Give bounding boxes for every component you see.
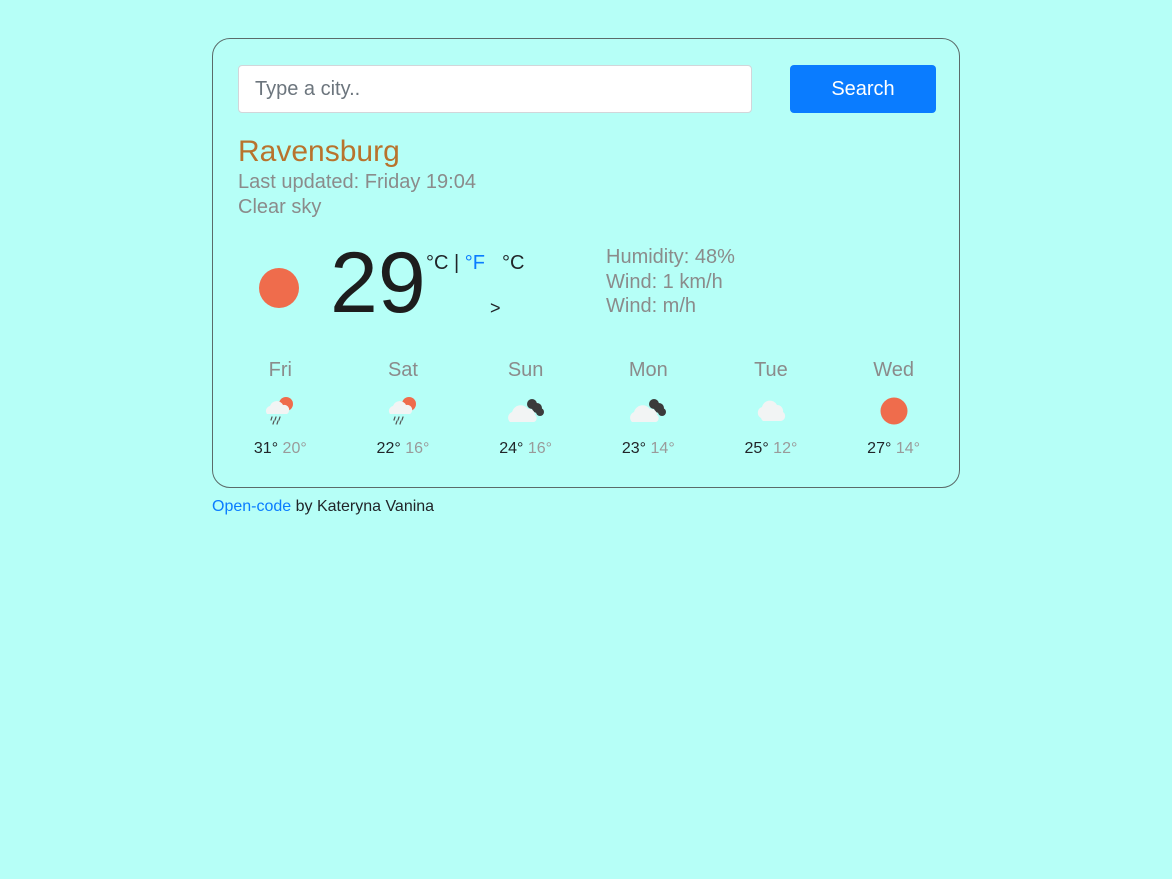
forecast-day: Sun 24° 16° <box>464 357 587 459</box>
forecast-max-temp: 25° <box>744 440 769 457</box>
forecast-day: Wed 27° 14° <box>832 357 955 459</box>
forecast-min-temp: 16° <box>405 440 430 457</box>
forecast-min-temp: 14° <box>650 440 675 457</box>
open-code-link[interactable]: Open-code <box>212 498 291 515</box>
current-temperature: 29 <box>330 235 426 331</box>
forecast-day-name: Sat <box>387 359 418 381</box>
city-search-input[interactable] <box>238 65 752 113</box>
unit-label: °C <box>502 252 525 274</box>
unit-celsius-link[interactable]: °C <box>426 252 448 274</box>
author-credit: by Kateryna Vanina <box>291 498 435 515</box>
forecast-min-temp: 16° <box>527 440 553 457</box>
forecast-temps: 27° 14° <box>832 439 955 459</box>
arrow-indicator: > <box>490 298 501 318</box>
forecast-temps: 24° 16° <box>464 439 587 459</box>
broken-clouds-icon <box>464 383 587 439</box>
forecast-day-name: Tue <box>754 359 788 381</box>
forecast-day: Mon 23° 14° <box>587 357 710 459</box>
unit-fahrenheit-link[interactable]: °F <box>465 252 485 274</box>
forecast-day-name: Sun <box>507 359 544 381</box>
forecast-min-temp: 12° <box>773 440 798 457</box>
wind-speed-alt: Wind: m/h <box>606 295 697 317</box>
humidity: Humidity: 48% <box>606 246 735 268</box>
forecast-day-name: Fri <box>268 359 292 381</box>
sun-icon <box>259 268 299 308</box>
unit-switcher: °C | °F <box>426 252 485 275</box>
forecast-min-temp: 14° <box>895 440 921 457</box>
forecast-max-temp: 27° <box>867 440 892 457</box>
forecast-temps: 23° 14° <box>587 439 710 459</box>
forecast-min-temp: 20° <box>282 440 307 457</box>
forecast-day-name: Wed <box>873 359 914 381</box>
forecast-day: Tue 25° 12° <box>710 357 833 459</box>
city-name: Ravensburg <box>238 135 400 168</box>
rain-sun-icon <box>342 383 465 439</box>
broken-clouds-icon <box>587 383 710 439</box>
weather-details: Humidity: 48% Wind: 1 km/h Wind: m/h <box>606 245 735 319</box>
forecast-temps: 31° 20° <box>219 439 342 459</box>
wind-speed: Wind: 1 km/h <box>606 270 723 293</box>
cloud-icon <box>710 383 833 439</box>
forecast-day: Fri 31° 20° <box>219 357 342 459</box>
forecast-temps: 25° 12° <box>710 439 833 459</box>
sun-icon <box>832 383 955 439</box>
forecast-max-temp: 23° <box>621 440 647 457</box>
forecast-temps: 22° 16° <box>342 439 465 459</box>
rain-sun-icon <box>219 383 342 439</box>
weather-description: Clear sky <box>238 196 322 218</box>
weather-card: Search Ravensburg Last updated: Friday 1… <box>212 38 960 488</box>
forecast-max-temp: 24° <box>499 440 524 457</box>
forecast-day-name: Mon <box>628 359 668 381</box>
search-button[interactable]: Search <box>790 65 936 113</box>
forecast-row: Fri 31° 20° Sat 22° 16° Sun 24° 16° Mon 23° 14°… <box>219 357 955 459</box>
forecast-day: Sat 22° 16° <box>342 357 465 459</box>
unit-separator: | <box>448 252 465 274</box>
forecast-max-temp: 31° <box>253 440 279 457</box>
last-updated: Last updated: Friday 19:04 <box>238 171 476 193</box>
footer: Open-code by Kateryna Vanina <box>212 498 434 516</box>
forecast-max-temp: 22° <box>376 440 401 457</box>
